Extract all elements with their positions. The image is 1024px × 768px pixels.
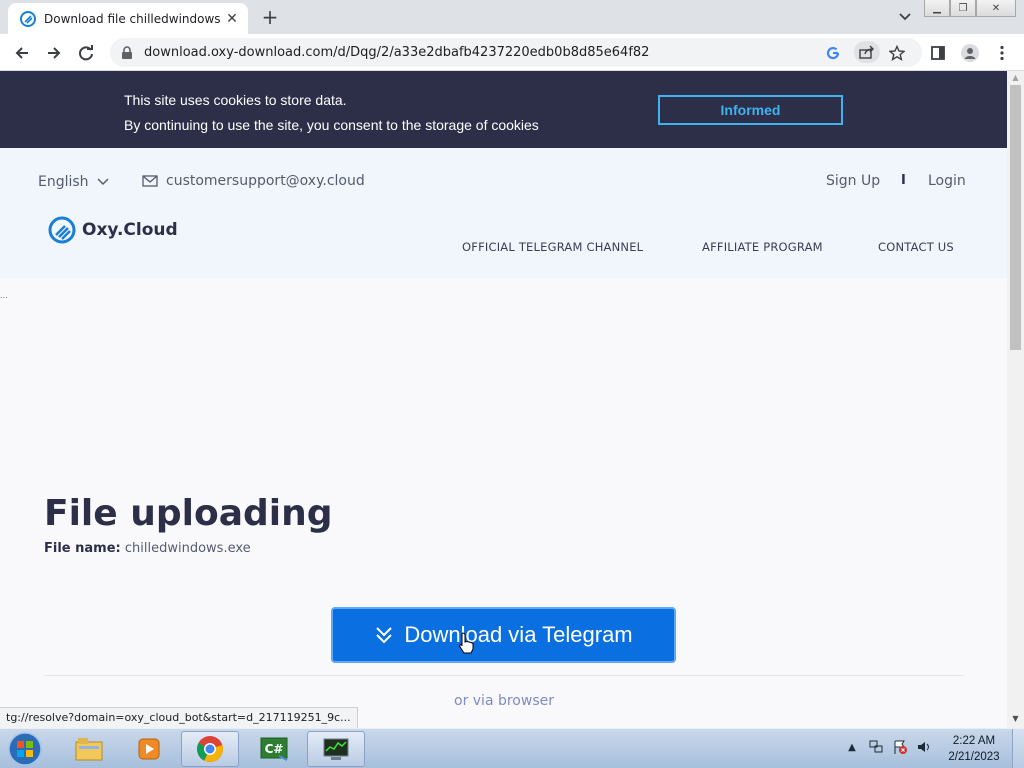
- chrome-icon: [197, 736, 223, 762]
- folder-icon: [75, 738, 103, 761]
- envelope-icon: [142, 175, 158, 187]
- url-text: download.oxy-download.com/d/Dqg/2/a33e2d…: [144, 45, 650, 60]
- reload-icon: [79, 45, 93, 61]
- taskbar-media-player[interactable]: [120, 731, 178, 767]
- svg-text:C#: C#: [265, 742, 284, 756]
- scroll-down-arrow-icon[interactable]: ▼: [1007, 714, 1024, 726]
- address-bar[interactable]: download.oxy-download.com/d/Dqg/2/a33e2d…: [110, 38, 922, 67]
- tray-expand-icon[interactable]: ▲: [842, 737, 862, 757]
- site-header: English customersupport@oxy.cloud Sign U…: [0, 148, 1007, 278]
- nav-affiliate-program[interactable]: AFFILIATE PROGRAM: [702, 240, 823, 254]
- reload-button[interactable]: [74, 41, 98, 65]
- scroll-thumb[interactable]: [1010, 85, 1021, 350]
- page-scrollbar[interactable]: ▲ ▼: [1007, 71, 1024, 728]
- chevron-down-icon: [97, 178, 109, 186]
- clock-date: 2/21/2023: [948, 751, 1000, 763]
- browser-download-link[interactable]: or via browser: [454, 693, 554, 709]
- window-controls: ▁ ❐ ✕: [924, 0, 1016, 17]
- forward-button[interactable]: [42, 41, 66, 65]
- restore-button[interactable]: ❐: [950, 0, 976, 17]
- windows-taskbar: C# ▲ 2:22 AM 2/21/2023: [0, 728, 1024, 768]
- new-tab-button[interactable]: +: [258, 6, 282, 28]
- side-dots: ...: [0, 291, 8, 300]
- close-tab-icon[interactable]: ✕: [224, 11, 240, 27]
- profile-avatar-icon[interactable]: [960, 43, 980, 63]
- file-name-value: chilledwindows.exe: [124, 541, 251, 556]
- csharp-icon: C#: [260, 737, 288, 761]
- volume-icon[interactable]: [914, 737, 934, 757]
- download-button-label: Download via Telegram: [404, 622, 633, 647]
- oxy-cloud-logo-icon: [48, 216, 76, 244]
- taskbar-task-manager[interactable]: [307, 731, 365, 767]
- file-name-label: File name:: [44, 541, 121, 556]
- network-icon[interactable]: [866, 737, 886, 757]
- support-email: customersupport@oxy.cloud: [166, 173, 365, 189]
- tab-title: Download file chilledwindows.exe: [44, 11, 220, 26]
- action-center-flag-icon[interactable]: [890, 737, 910, 757]
- side-panel-icon[interactable]: [928, 43, 948, 63]
- system-tray: ▲: [842, 737, 938, 757]
- cookie-accept-button[interactable]: Informed: [658, 95, 843, 125]
- minimize-button[interactable]: ▁: [924, 0, 950, 17]
- back-button[interactable]: [10, 41, 34, 65]
- scroll-up-arrow-icon[interactable]: ▲: [1007, 73, 1024, 85]
- browser-menu-icon[interactable]: [992, 43, 1012, 63]
- link-status-bubble: tg://resolve?domain=oxy_cloud_bot&start=…: [0, 707, 358, 728]
- download-telegram-button[interactable]: Download via Telegram: [331, 607, 676, 663]
- browser-tab[interactable]: Download file chilledwindows.exe ✕: [8, 3, 248, 34]
- auth-separator: I: [901, 173, 906, 188]
- signup-link[interactable]: Sign Up: [826, 173, 880, 189]
- browser-toolbar: download.oxy-download.com/d/Dqg/2/a33e2d…: [0, 34, 1024, 71]
- nav-telegram-channel[interactable]: OFFICIAL TELEGRAM CHANNEL: [462, 240, 643, 254]
- page-title: File uploading: [44, 493, 333, 534]
- language-label: English: [38, 174, 89, 190]
- task-manager-icon: [323, 738, 349, 760]
- lock-icon: [122, 45, 132, 59]
- cookie-line-2: By continuing to use the site, you conse…: [124, 117, 539, 133]
- oxy-cloud-favicon-icon: [20, 10, 36, 27]
- clock-time: 2:22 AM: [952, 735, 996, 747]
- page-viewport: This site uses cookies to store data. By…: [0, 71, 1007, 728]
- forward-arrow-icon: [48, 47, 61, 59]
- system-clock[interactable]: 2:22 AM 2/21/2023: [940, 733, 1008, 765]
- language-selector[interactable]: English: [38, 174, 109, 190]
- google-translate-icon[interactable]: [824, 44, 842, 62]
- site-logo[interactable]: Oxy.Cloud: [48, 216, 178, 244]
- browser-tab-strip: Download file chilledwindows.exe ✕ + ▁ ❐…: [0, 0, 1024, 34]
- media-player-icon: [138, 738, 160, 760]
- taskbar-chrome[interactable]: [181, 731, 239, 767]
- show-desktop-button[interactable]: [1012, 729, 1024, 768]
- start-orb-icon[interactable]: [6, 731, 44, 767]
- cookie-message: This site uses cookies to store data. By…: [124, 88, 539, 138]
- window-close-button[interactable]: ✕: [976, 0, 1016, 17]
- double-chevron-down-icon: [376, 627, 393, 644]
- login-link[interactable]: Login: [928, 173, 966, 189]
- hand-cursor-icon: [458, 632, 474, 654]
- file-name-line: File name: chilledwindows.exe: [44, 541, 251, 556]
- tab-search-chevron-icon[interactable]: [896, 9, 914, 25]
- logo-text: Oxy.Cloud: [82, 220, 178, 240]
- bookmark-star-icon[interactable]: [888, 44, 906, 62]
- back-arrow-icon: [15, 47, 28, 59]
- taskbar-explorer[interactable]: [60, 731, 118, 767]
- nav-contact-us[interactable]: CONTACT US: [878, 240, 954, 254]
- content-divider: [44, 675, 964, 676]
- share-icon[interactable]: [854, 41, 880, 63]
- cookie-banner: This site uses cookies to store data. By…: [0, 71, 1007, 148]
- taskbar-csharp-app[interactable]: C#: [245, 731, 303, 767]
- support-email-link[interactable]: customersupport@oxy.cloud: [142, 173, 365, 189]
- cookie-line-1: This site uses cookies to store data.: [124, 92, 347, 108]
